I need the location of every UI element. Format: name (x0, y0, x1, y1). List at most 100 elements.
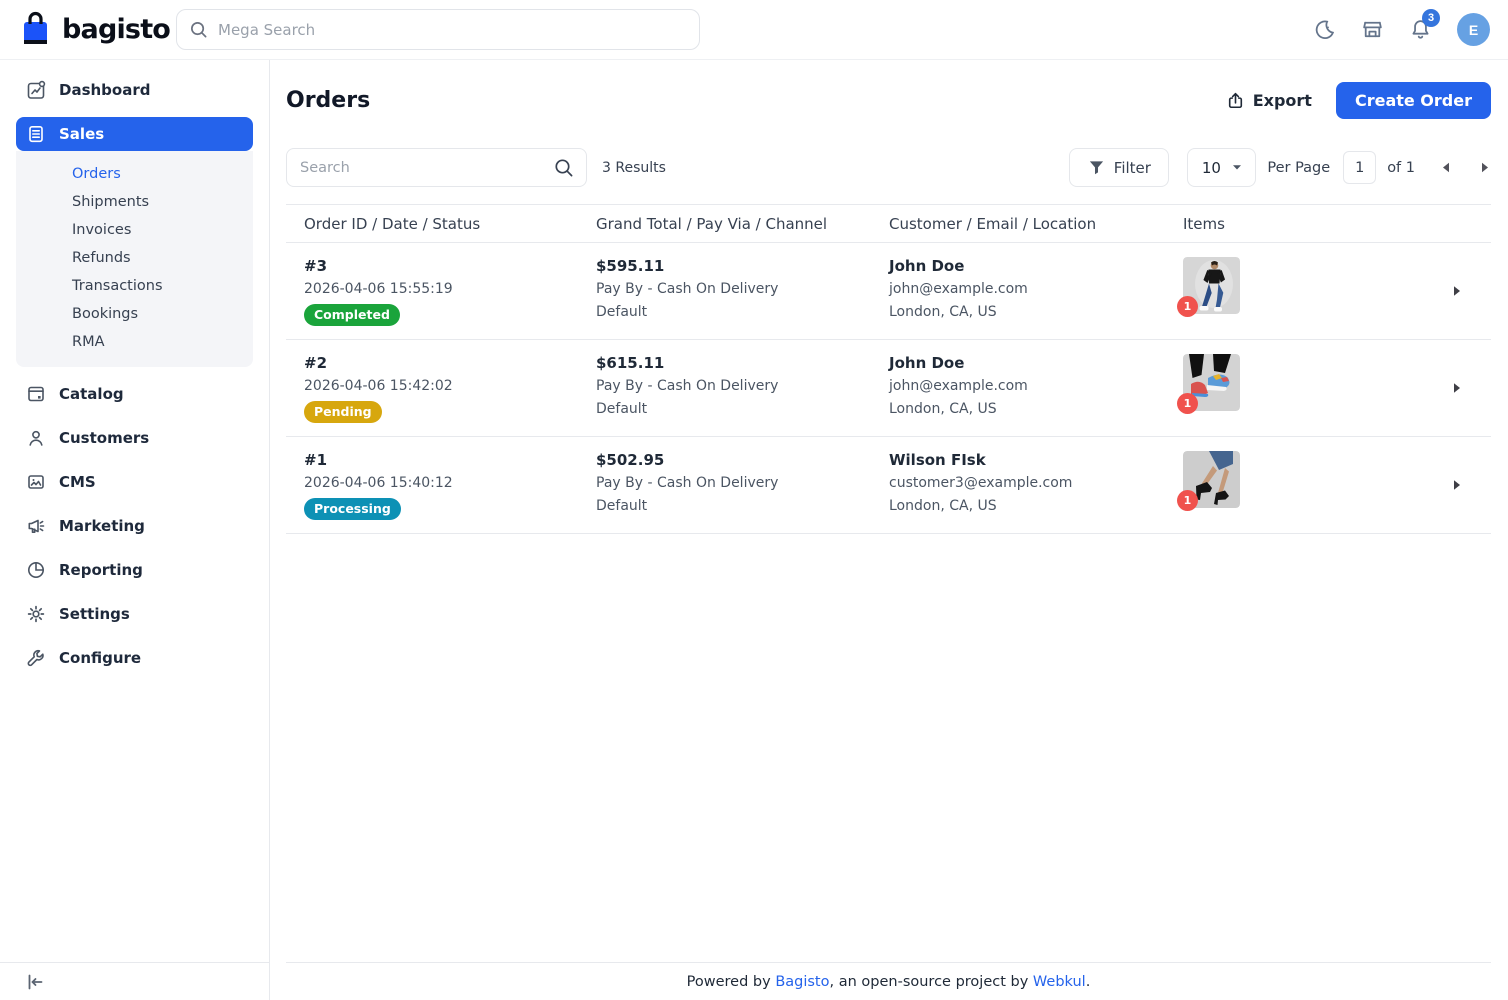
notifications-button[interactable]: 3 (1409, 18, 1432, 41)
sidebar-item-label: Reporting (59, 561, 143, 579)
column-header-items: Items (1165, 215, 1491, 233)
order-cell: #2 2026-04-06 15:42:02 Pending (286, 354, 578, 423)
next-page-button[interactable] (1479, 160, 1491, 175)
chevron-down-icon (1232, 164, 1242, 171)
dark-mode-toggle[interactable] (1313, 18, 1336, 41)
page-number-input[interactable] (1343, 151, 1376, 184)
items-count-badge: 1 (1177, 393, 1198, 414)
order-date: 2026-04-06 15:40:12 (304, 475, 578, 491)
sidebar-item-bookings[interactable]: Bookings (72, 300, 253, 328)
brand-logo[interactable]: bagisto (18, 10, 176, 50)
total-cell: $595.11 Pay By - Cash On Delivery Defaul… (578, 257, 871, 326)
table-row[interactable]: #3 2026-04-06 15:55:19 Completed $595.11… (286, 243, 1491, 340)
sidebar-item-catalog[interactable]: Catalog (16, 377, 253, 411)
sidebar-item-configure[interactable]: Configure (16, 641, 253, 675)
sidebar-item-shipments[interactable]: Shipments (72, 188, 253, 216)
grid-search-input[interactable] (300, 160, 546, 176)
column-header-order: Order ID / Date / Status (286, 215, 578, 233)
status-badge: Processing (304, 498, 401, 520)
customer-email: john@example.com (889, 378, 1165, 394)
bagisto-link[interactable]: Bagisto (775, 974, 829, 990)
order-id: #3 (304, 257, 578, 275)
table-row[interactable]: #2 2026-04-06 15:42:02 Pending $615.11 P… (286, 340, 1491, 437)
sidebar-item-refunds[interactable]: Refunds (72, 244, 253, 272)
table-row[interactable]: #1 2026-04-06 15:40:12 Processing $502.9… (286, 437, 1491, 534)
customer-cell: John Doe john@example.com London, CA, US (871, 257, 1165, 326)
store-icon (1361, 18, 1384, 41)
sidebar-item-rma[interactable]: RMA (72, 328, 253, 356)
total-cell: $502.95 Pay By - Cash On Delivery Defaul… (578, 451, 871, 520)
channel: Default (596, 498, 871, 514)
sidebar-item-customers[interactable]: Customers (16, 421, 253, 455)
customer-name: Wilson FIsk (889, 451, 1165, 469)
footer-text: . (1086, 974, 1091, 990)
sidebar-item-label: Dashboard (59, 81, 150, 99)
topbar: bagisto (0, 0, 1508, 60)
sidebar-item-dashboard[interactable]: Dashboard (16, 73, 253, 107)
funnel-icon (1088, 159, 1105, 176)
collapse-sidebar-button[interactable] (24, 971, 46, 993)
export-button[interactable]: Export (1226, 91, 1312, 110)
order-date: 2026-04-06 15:42:02 (304, 378, 578, 394)
grand-total: $502.95 (596, 451, 871, 469)
grid-search-box (286, 148, 587, 187)
notification-count-badge: 3 (1422, 9, 1440, 27)
webkul-link[interactable]: Webkul (1033, 974, 1086, 990)
sidebar-item-sales[interactable]: Sales (16, 117, 253, 151)
previous-page-button[interactable] (1440, 160, 1452, 175)
mega-search-box (176, 9, 700, 50)
per-page-label: Per Page (1267, 160, 1330, 176)
user-avatar[interactable]: E (1457, 13, 1490, 46)
sidebar-item-settings[interactable]: Settings (16, 597, 253, 631)
channel: Default (596, 304, 871, 320)
create-order-button[interactable]: Create Order (1336, 82, 1491, 119)
marketing-icon (26, 516, 46, 536)
sidebar-item-label: CMS (59, 473, 96, 491)
customer-email: customer3@example.com (889, 475, 1165, 491)
sidebar-item-transactions[interactable]: Transactions (72, 272, 253, 300)
main-content: Orders Export Create Order (270, 60, 1508, 1000)
order-id: #1 (304, 451, 578, 469)
page-footer: Powered by Bagisto, an open-source proje… (286, 962, 1491, 1000)
gear-icon (26, 604, 46, 624)
mega-search-input[interactable] (218, 21, 687, 39)
order-date: 2026-04-06 15:55:19 (304, 281, 578, 297)
sidebar-item-reporting[interactable]: Reporting (16, 553, 253, 587)
store-front-button[interactable] (1361, 18, 1384, 41)
items-cell: 1 (1165, 257, 1491, 326)
customer-name: John Doe (889, 257, 1165, 275)
row-expand-icon[interactable] (1453, 383, 1461, 394)
datagrid-toolbar: 3 Results Filter 10 Per Page of 1 (286, 148, 1491, 187)
row-expand-icon[interactable] (1453, 286, 1461, 297)
sidebar-item-label: Catalog (59, 385, 124, 403)
chevron-left-icon (1442, 162, 1450, 173)
row-expand-icon[interactable] (1453, 480, 1461, 491)
customer-email: john@example.com (889, 281, 1165, 297)
grand-total: $595.11 (596, 257, 871, 275)
pay-via: Pay By - Cash On Delivery (596, 475, 871, 491)
customers-icon (26, 428, 46, 448)
sales-submenu: Orders Shipments Invoices Refunds Transa… (16, 151, 253, 367)
per-page-select[interactable]: 10 (1187, 148, 1256, 187)
footer-text: Powered by (687, 974, 776, 990)
sidebar-item-label: Marketing (59, 517, 145, 535)
sidebar-item-invoices[interactable]: Invoices (72, 216, 253, 244)
customer-location: London, CA, US (889, 498, 1165, 514)
search-icon (189, 20, 208, 39)
column-header-customer: Customer / Email / Location (871, 215, 1165, 233)
catalog-icon (26, 384, 46, 404)
channel: Default (596, 401, 871, 417)
sales-icon (26, 124, 46, 144)
customer-location: London, CA, US (889, 401, 1165, 417)
pay-via: Pay By - Cash On Delivery (596, 281, 871, 297)
status-badge: Pending (304, 401, 382, 423)
moon-icon (1313, 18, 1336, 41)
total-cell: $615.11 Pay By - Cash On Delivery Defaul… (578, 354, 871, 423)
pay-via: Pay By - Cash On Delivery (596, 378, 871, 394)
orders-table: Order ID / Date / Status Grand Total / P… (286, 204, 1491, 534)
bagisto-bag-icon (18, 10, 53, 50)
filter-button[interactable]: Filter (1069, 148, 1169, 187)
sidebar-item-cms[interactable]: CMS (16, 465, 253, 499)
sidebar-item-marketing[interactable]: Marketing (16, 509, 253, 543)
sidebar-item-orders[interactable]: Orders (72, 160, 253, 188)
